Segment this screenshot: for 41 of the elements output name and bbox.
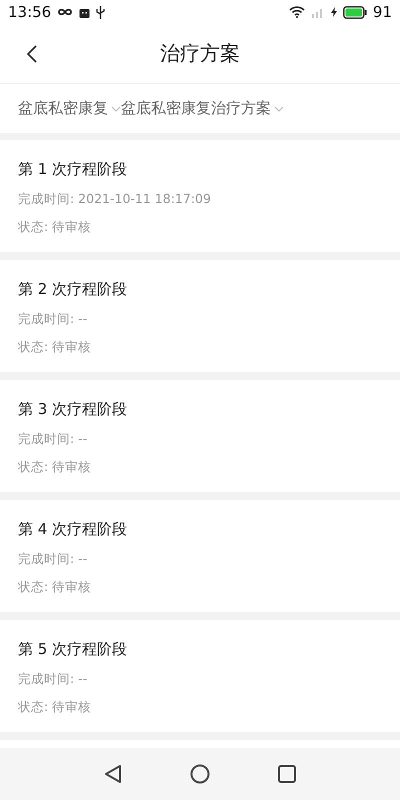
- stage-title: 第 4 次疗程阶段: [18, 519, 128, 540]
- signal-icon: [310, 6, 325, 18]
- completion-time: 完成时间: --: [18, 430, 88, 448]
- stage-card[interactable]: 第 2 次疗程阶段 完成时间: -- 状态: 待审核: [0, 260, 400, 372]
- stage-status: 状态: 待审核: [18, 338, 92, 356]
- completion-time: 完成时间: --: [18, 550, 88, 568]
- stage-status: 状态: 待审核: [18, 458, 92, 476]
- stage-title: 第 1 次疗程阶段: [18, 159, 128, 180]
- android-icon: [79, 6, 90, 18]
- stage-card[interactable]: 第 3 次疗程阶段 完成时间: -- 状态: 待审核: [0, 380, 400, 492]
- chevron-down-icon: [274, 106, 284, 112]
- circle-icon: [190, 764, 210, 784]
- completion-time: 完成时间: 2021-10-11 18:17:09: [18, 190, 212, 208]
- stage-status: 状态: 待审核: [18, 698, 92, 716]
- square-icon: [278, 765, 296, 783]
- wifi-icon: [288, 6, 305, 18]
- completion-time: 完成时间: --: [18, 310, 88, 328]
- triangle-icon: [104, 764, 122, 784]
- stage-card[interactable]: 第 4 次疗程阶段 完成时间: -- 状态: 待审核: [0, 500, 400, 612]
- usb-icon: [96, 6, 106, 18]
- stage-title: 第 2 次疗程阶段: [18, 279, 128, 300]
- stage-title: 第 5 次疗程阶段: [18, 639, 128, 660]
- back-nav-button[interactable]: [104, 764, 122, 784]
- battery-level: 91: [372, 3, 392, 21]
- filter-dropdown[interactable]: 盆底私密康复治疗方案: [121, 99, 284, 118]
- recents-nav-button[interactable]: [278, 765, 296, 783]
- infinity-icon: [57, 7, 74, 17]
- stage-status: 状态: 待审核: [18, 218, 92, 236]
- filter-dropdown[interactable]: 盆底私密康复: [18, 99, 121, 118]
- completion-time: 完成时间: --: [18, 670, 88, 688]
- stage-card[interactable]: 第 5 次疗程阶段 完成时间: -- 状态: 待审核: [0, 620, 400, 732]
- stage-title: 第 3 次疗程阶段: [18, 399, 128, 420]
- home-nav-button[interactable]: [190, 764, 210, 784]
- charging-icon: [330, 7, 337, 17]
- page-title: 治疗方案: [160, 40, 240, 67]
- chevron-down-icon: [111, 106, 121, 112]
- back-icon: [27, 45, 37, 63]
- status-time: 13:56: [8, 3, 52, 21]
- battery-icon: [342, 6, 367, 18]
- stage-status: 状态: 待审核: [18, 578, 92, 596]
- stage-card[interactable]: 第 1 次疗程阶段 完成时间: 2021-10-11 18:17:09 状态: 待审核: [0, 140, 400, 252]
